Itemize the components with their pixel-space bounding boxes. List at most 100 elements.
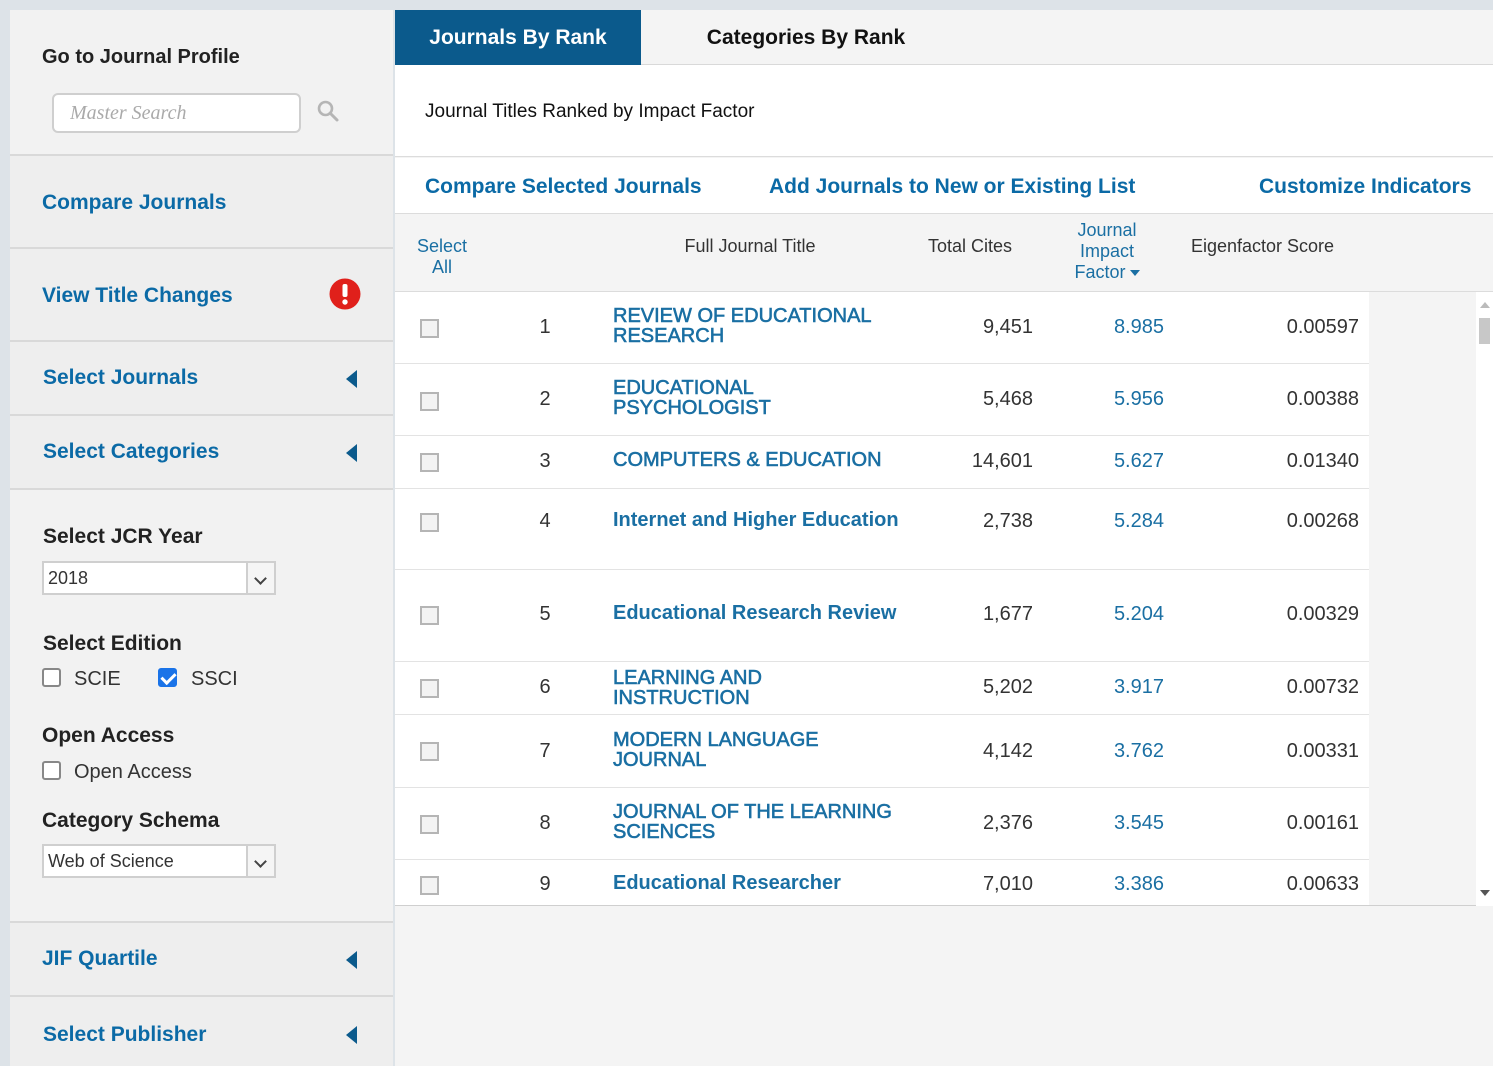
row-rank: 7 — [539, 740, 551, 762]
row-jif[interactable]: 3.386 — [1075, 873, 1164, 896]
jif-line1: Journal — [1077, 220, 1137, 240]
row-total-cites: 2,376 — [982, 812, 1033, 834]
row-total-cites: 2,738 — [982, 510, 1033, 532]
row-title-line1[interactable]: Educational Researcher — [613, 872, 841, 894]
category-schema-select[interactable]: Web of Science — [42, 844, 276, 878]
row-title-line1[interactable]: EDUCATIONAL — [613, 377, 754, 399]
row-checkbox[interactable] — [420, 319, 439, 338]
row-jif[interactable]: 5.284 — [1075, 510, 1164, 533]
jcr-year-value: 2018 — [48, 568, 89, 588]
scie-checkbox[interactable] — [42, 668, 61, 687]
row-jif[interactable]: 8.985 — [1075, 316, 1164, 339]
row-title-line1[interactable]: MODERN LANGUAGE — [613, 729, 819, 751]
row-checkbox[interactable] — [420, 679, 439, 698]
collapse-arrow-icon[interactable] — [346, 444, 357, 462]
row-title-line2[interactable]: RESEARCH — [613, 325, 725, 347]
collapse-arrow-icon[interactable] — [346, 370, 357, 388]
scroll-down-icon[interactable] — [1480, 890, 1490, 896]
compare-journals-item[interactable]: Compare Journals — [10, 156, 393, 249]
row-title-line1[interactable]: REVIEW OF EDUCATIONAL — [613, 305, 872, 327]
open-access-checkbox[interactable] — [42, 761, 61, 780]
row-checkbox[interactable] — [420, 453, 439, 472]
row-title-line2[interactable]: INSTRUCTION — [613, 687, 750, 709]
row-jif[interactable]: 5.956 — [1075, 388, 1164, 411]
row-checkbox[interactable] — [420, 513, 439, 532]
select-publisher-item[interactable]: Select Publisher — [10, 997, 393, 1066]
collapse-arrow-icon[interactable] — [346, 951, 357, 969]
row-journal-title[interactable]: Educational Research Review — [613, 603, 913, 623]
view-title-changes-link[interactable]: View Title Changes — [42, 284, 233, 308]
row-title-line1[interactable]: JOURNAL OF THE LEARNING — [613, 801, 893, 823]
row-journal-title[interactable]: Educational Researcher — [613, 873, 913, 893]
customize-indicators-link[interactable]: Customize Indicators — [1259, 175, 1471, 199]
compare-journals-link[interactable]: Compare Journals — [42, 191, 226, 215]
eigenfactor-header[interactable]: Eigenfactor Score — [1175, 236, 1350, 257]
row-jif[interactable]: 3.545 — [1075, 812, 1164, 835]
chevron-down-icon[interactable] — [246, 563, 274, 593]
filters-section: Select JCR Year 2018 Select Edition SCIE… — [10, 490, 393, 923]
select-journals-item[interactable]: Select Journals — [10, 342, 393, 416]
add-journals-to-list-link[interactable]: Add Journals to New or Existing List — [769, 175, 1135, 199]
total-cites-header[interactable]: Total Cites — [910, 236, 1030, 257]
row-eigenfactor: 0.00732 — [1286, 676, 1359, 698]
row-jif[interactable]: 3.917 — [1075, 676, 1164, 699]
row-title-line2[interactable]: PSYCHOLOGIST — [613, 397, 771, 419]
select-all-header[interactable]: Select All — [409, 236, 475, 278]
table-scrollbar[interactable] — [1476, 292, 1493, 906]
jcr-year-select[interactable]: 2018 — [42, 561, 276, 595]
row-journal-title[interactable]: Internet and Higher Education — [613, 510, 913, 530]
search-icon[interactable] — [316, 99, 340, 123]
row-jif[interactable]: 3.762 — [1075, 740, 1164, 763]
select-categories-item[interactable]: Select Categories — [10, 416, 393, 490]
row-eigenfactor: 0.00331 — [1286, 740, 1359, 762]
select-all-line1: Select — [416, 236, 468, 256]
chevron-down-icon[interactable] — [246, 846, 274, 876]
select-categories-link[interactable]: Select Categories — [43, 440, 219, 464]
row-title-line1[interactable]: Internet and Higher Education — [613, 509, 899, 531]
row-checkbox[interactable] — [420, 742, 439, 761]
jif-header[interactable]: Journal Impact Factor — [1055, 220, 1159, 283]
row-jif[interactable]: 5.627 — [1075, 450, 1164, 473]
scrollbar-thumb[interactable] — [1479, 318, 1490, 344]
open-access-label: Open Access — [74, 761, 192, 783]
row-journal-title[interactable]: JOURNAL OF THE LEARNING SCIENCES — [613, 801, 913, 843]
row-title-line1[interactable]: Educational Research Review — [613, 602, 896, 624]
jif-line2: Impact — [1079, 241, 1135, 261]
row-checkbox[interactable] — [420, 876, 439, 895]
edition-heading: Select Edition — [43, 632, 182, 655]
jif-quartile-item[interactable]: JIF Quartile — [10, 923, 393, 997]
view-title-changes-item[interactable]: View Title Changes — [10, 249, 393, 342]
row-journal-title[interactable]: MODERN LANGUAGE JOURNAL — [613, 729, 913, 771]
row-checkbox[interactable] — [420, 606, 439, 625]
table-row: 8 JOURNAL OF THE LEARNING SCIENCES 2,376 … — [395, 788, 1369, 860]
collapse-arrow-icon[interactable] — [346, 1026, 357, 1044]
row-journal-title[interactable]: REVIEW OF EDUCATIONAL RESEARCH — [613, 305, 913, 347]
row-title-line2[interactable]: SCIENCES — [613, 821, 716, 843]
tab-categories-by-rank[interactable]: Categories By Rank — [641, 10, 971, 65]
compare-selected-journals-link[interactable]: Compare Selected Journals — [425, 175, 702, 199]
table-row: 6 LEARNING AND INSTRUCTION 5,202 3.917 0.… — [395, 662, 1369, 715]
title-header[interactable]: Full Journal Title — [645, 236, 855, 257]
scie-label: SCIE — [74, 668, 121, 690]
actions-bar: Compare Selected Journals Add Journals t… — [395, 158, 1493, 214]
ssci-label: SSCI — [191, 668, 238, 690]
select-journals-link[interactable]: Select Journals — [43, 366, 198, 390]
master-search-input[interactable] — [52, 93, 301, 133]
select-publisher-link[interactable]: Select Publisher — [43, 1023, 206, 1047]
row-title-line2[interactable]: JOURNAL — [613, 749, 707, 771]
row-rank: 3 — [539, 450, 551, 472]
row-title-line1[interactable]: LEARNING AND — [613, 667, 763, 689]
row-checkbox[interactable] — [420, 392, 439, 411]
ssci-checkbox[interactable] — [158, 668, 177, 687]
row-journal-title[interactable]: COMPUTERS & EDUCATION — [613, 449, 913, 471]
scroll-up-icon[interactable] — [1480, 302, 1490, 308]
row-jif[interactable]: 5.204 — [1075, 603, 1164, 626]
jif-quartile-link[interactable]: JIF Quartile — [42, 947, 158, 971]
page-title: Journal Titles Ranked by Impact Factor — [425, 101, 755, 122]
row-journal-title[interactable]: EDUCATIONAL PSYCHOLOGIST — [613, 377, 913, 419]
row-title-line1[interactable]: COMPUTERS & EDUCATION — [613, 449, 882, 471]
row-checkbox[interactable] — [420, 815, 439, 834]
tab-journals-by-rank[interactable]: Journals By Rank — [395, 10, 641, 65]
row-journal-title[interactable]: LEARNING AND INSTRUCTION — [613, 667, 913, 709]
row-total-cites: 4,142 — [982, 740, 1033, 762]
